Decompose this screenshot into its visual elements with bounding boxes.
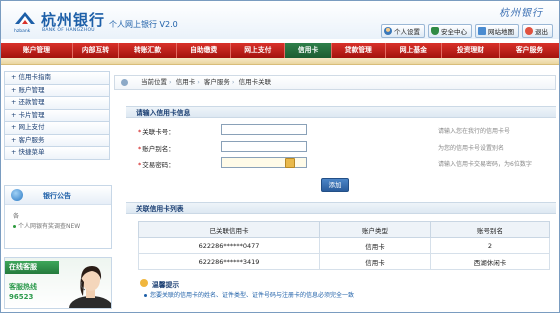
online-service-tab[interactable]: 在线客服 (5, 261, 59, 274)
tips-panel: 温馨提示 您要关联的信用卡的姓名、证件类型、证件号码与注册卡的信息必须完全一致 (138, 279, 550, 301)
sub-bar (1, 58, 559, 65)
link-label: 退出 (535, 28, 548, 36)
hotline-number: 96523 (9, 293, 34, 301)
link-label: 个人设置 (394, 28, 420, 36)
site-map-link[interactable]: 网站地图 (475, 24, 519, 38)
link-label: 网站地图 (488, 28, 514, 36)
globe-icon (11, 189, 23, 201)
sidebar-item-guide[interactable]: + 信用卡指南 (4, 71, 110, 84)
tips-title: 温馨提示 (152, 281, 180, 289)
sidebar-item-repayment[interactable]: + 还款管理 (4, 96, 110, 109)
field-hint: 请输入您在我行的信用卡号 (438, 128, 511, 135)
header: hzbank 杭州银行 BANK OF HANGZHOU 个人网上银行 V2.0… (1, 1, 559, 39)
security-center-link[interactable]: 安全中心 (428, 24, 472, 38)
nav-investment[interactable]: 投资理财 (442, 43, 500, 58)
hotline-label: 客服热线 (9, 283, 37, 291)
sidebar-item-shortcut[interactable]: + 快捷菜单 (4, 146, 110, 160)
table-section-title: 关联信用卡列表 (126, 202, 556, 214)
main-nav: 账户管理 内部互转 转账汇款 自助缴费 网上支付 信用卡 贷款管理 网上基金 投… (1, 43, 559, 58)
card-number-cell: 622286******3419 (138, 253, 320, 270)
alias-cell: 西湖休闲卡 (430, 253, 550, 270)
card-number-input[interactable] (221, 124, 307, 135)
exit-icon (525, 27, 533, 35)
nav-account[interactable]: 账户管理 (1, 43, 73, 58)
online-service-panel: 在线客服 客服热线 96523 (4, 257, 112, 309)
add-button[interactable]: 添加 (321, 178, 349, 192)
nav-customer-service[interactable]: 客户服务 (500, 43, 559, 58)
breadcrumb: 当前位置 › 信用卡 › 客户服务 › 信用卡关联 (114, 75, 556, 90)
shield-icon (431, 27, 439, 35)
logout-link[interactable]: 退出 (522, 24, 553, 38)
account-alias-row: *账户别名： 为您的信用卡号设置别名 (138, 141, 558, 153)
col-header: 账号别名 (430, 221, 550, 238)
table-header-row: 已关联信用卡 账户类型 账号别名 (138, 221, 550, 238)
tip-bulb-icon (140, 279, 148, 287)
bank-name-en: BANK OF HANGZHOU (42, 28, 95, 33)
breadcrumb-item: 当前位置 (141, 78, 167, 86)
notice-link-label: 个人网银有奖调查NEW (18, 223, 81, 230)
card-number-cell: 622286******0477 (138, 237, 320, 254)
nav-payment[interactable]: 自助缴费 (177, 43, 232, 58)
alias-cell: 2 (430, 237, 550, 254)
form-section-title: 请输入信用卡信息 (126, 106, 556, 118)
card-number-row: *关联卡号： 请输入您在我行的信用卡号 (138, 124, 558, 136)
account-type-cell: 信用卡 (319, 237, 431, 254)
notice-header: 银行公告 (5, 186, 111, 205)
location-icon (121, 79, 128, 86)
breadcrumb-item[interactable]: 客户服务 (204, 78, 230, 86)
breadcrumb-trail: 当前位置 › 信用卡 › 客户服务 › 信用卡关联 (141, 78, 272, 86)
field-hint: 为您的信用卡号设置别名 (438, 145, 505, 152)
logo-tag: hzbank (14, 29, 31, 34)
nav-loan[interactable]: 贷款管理 (332, 43, 386, 58)
bank-logo-icon (15, 12, 35, 24)
bullet-icon (13, 225, 16, 228)
system-title: 个人网上银行 V2.0 (109, 20, 178, 29)
bullet-icon (144, 294, 147, 297)
field-label: *关联卡号： (138, 128, 175, 136)
link-label: 安全中心 (441, 28, 467, 36)
field-hint: 请输入信用卡交易密码，为6位数字 (438, 161, 532, 168)
account-alias-input[interactable] (221, 141, 307, 152)
user-icon (384, 27, 392, 35)
account-type-cell: 信用卡 (319, 253, 431, 270)
sidebar-item-online-pay[interactable]: + 网上支付 (4, 121, 110, 134)
nav-online-pay[interactable]: 网上支付 (231, 43, 286, 58)
nav-fund[interactable]: 网上基金 (386, 43, 442, 58)
notice-line: 各 (13, 213, 20, 220)
col-header: 已关联信用卡 (138, 221, 320, 238)
calligraphy-logo: 杭州银行 (499, 8, 543, 19)
sidebar-item-service[interactable]: + 客户服务 (4, 133, 110, 146)
notice-link[interactable]: 个人网银有奖调查NEW (13, 221, 80, 230)
field-label: *账户别名： (138, 145, 175, 153)
linked-cards-table: 已关联信用卡 账户类型 账号别名 622286******0477 信用卡 2 … (138, 221, 550, 270)
table-row: 622286******3419 信用卡 西湖休闲卡 (138, 253, 550, 270)
field-label: *交易密码： (138, 161, 175, 169)
nav-internal-transfer[interactable]: 内部互转 (73, 43, 120, 58)
nav-transfer[interactable]: 转账汇款 (119, 43, 178, 58)
bank-name: 杭州银行 (41, 11, 106, 29)
breadcrumb-item: 信用卡关联 (238, 78, 272, 86)
nav-credit-card[interactable]: 信用卡 (285, 43, 332, 58)
password-row: *交易密码： 请输入信用卡交易密码，为6位数字 (138, 157, 558, 169)
notice-title: 银行公告 (43, 192, 71, 200)
map-icon (478, 27, 486, 35)
sidebar-item-account[interactable]: + 账户管理 (4, 83, 110, 96)
col-header: 账户类型 (319, 221, 431, 238)
bank-notice-panel: 银行公告 各 个人网银有奖调查NEW (4, 185, 112, 249)
breadcrumb-item[interactable]: 信用卡 (176, 78, 196, 86)
sidebar-item-card[interactable]: + 卡片管理 (4, 108, 110, 121)
agent-avatar-icon (69, 266, 111, 308)
table-row: 622286******0477 信用卡 2 (138, 237, 550, 254)
personal-settings-link[interactable]: 个人设置 (381, 24, 425, 38)
sidebar: + 信用卡指南 + 账户管理 + 还款管理 + 卡片管理 + 网上支付 + 客户… (4, 71, 110, 160)
lock-keypad-icon[interactable] (285, 158, 295, 168)
top-links: 个人设置 安全中心 网站地图 退出 (381, 24, 553, 38)
tips-text: 您要关联的信用卡的姓名、证件类型、证件号码与注册卡的信息必须完全一致 (144, 290, 354, 299)
